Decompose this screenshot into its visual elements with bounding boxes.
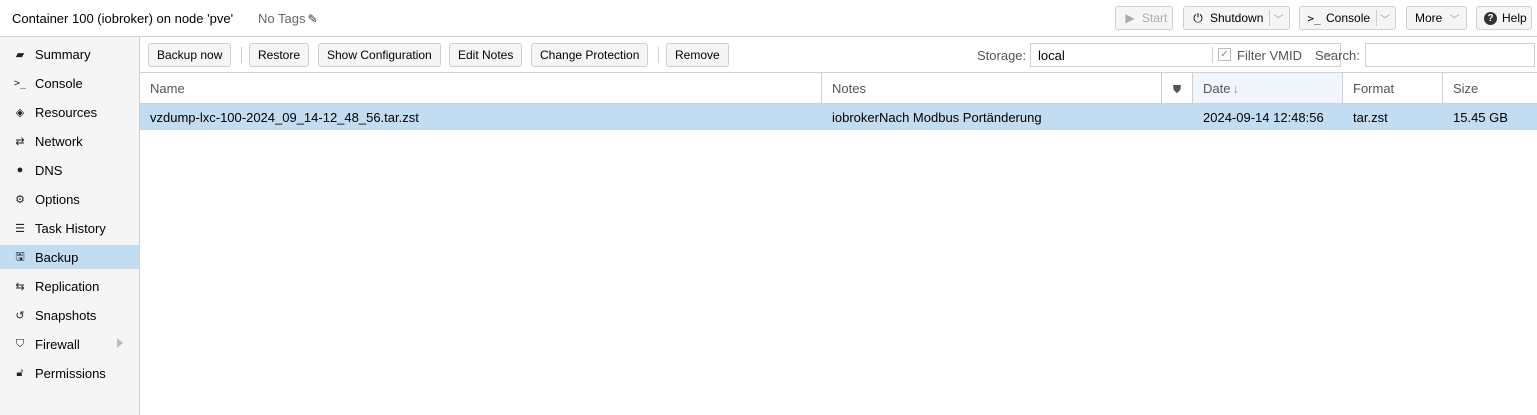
backup-grid: Name Notes ⛊ Date ↓ Format Size vzdump-lx…	[140, 73, 1537, 415]
column-notes-label: Notes	[832, 81, 866, 96]
toolbar-separator	[1212, 47, 1213, 63]
remove-button[interactable]: Remove	[666, 43, 729, 67]
tags-label: No Tags	[258, 11, 306, 26]
exchange-icon: ⇄	[15, 135, 25, 148]
play-icon: ▶	[1125, 11, 1135, 25]
shutdown-button[interactable]: ⏻ Shutdown ﹀	[1183, 6, 1290, 30]
sidebar-item-snapshots[interactable]: ↺ Snapshots	[0, 303, 139, 327]
pencil-icon[interactable]: ✎	[307, 12, 317, 26]
book-icon: ▰	[15, 48, 25, 61]
toolbar-separator	[658, 47, 659, 63]
shutdown-label: Shutdown	[1210, 11, 1264, 25]
table-row[interactable]: vzdump-lxc-100-2024_09_14-12_48_56.tar.z…	[140, 104, 1537, 130]
sidebar-item-permissions[interactable]: 🔓︎ Permissions	[0, 361, 139, 385]
terminal-icon: >_	[1307, 11, 1321, 25]
panel-title: Container 100 (iobroker) on node 'pve'	[12, 11, 234, 26]
cell-notes: iobrokerNach Modbus Portänderung	[832, 110, 1042, 125]
cell-name: vzdump-lxc-100-2024_09_14-12_48_56.tar.z…	[150, 110, 419, 125]
chevron-down-icon[interactable]: ﹀	[1270, 11, 1286, 26]
sidebar-item-label: Snapshots	[35, 307, 97, 323]
shield-icon: ⛉	[15, 337, 25, 350]
sidebar-item-network[interactable]: ⇄ Network	[0, 129, 139, 153]
sidebar-item-label: Summary	[35, 46, 91, 62]
storage-value: local	[1038, 48, 1065, 63]
column-header-date[interactable]: Date ↓	[1193, 73, 1343, 103]
help-label: Help	[1502, 11, 1527, 25]
sidebar-item-label: Replication	[35, 278, 100, 294]
column-name-label: Name	[150, 81, 185, 96]
column-header-format[interactable]: Format	[1343, 73, 1443, 103]
column-format-label: Format	[1353, 81, 1395, 96]
sidebar-item-replication[interactable]: ⇆ Replication	[0, 274, 139, 298]
backup-now-button[interactable]: Backup now	[148, 43, 232, 67]
edit-notes-button[interactable]: Edit Notes	[449, 43, 523, 67]
sidebar-item-label: Permissions	[35, 365, 106, 381]
start-button[interactable]: ▶ Start	[1115, 6, 1173, 30]
column-header-name[interactable]: Name	[140, 73, 822, 103]
backup-toolbar: Backup now Restore Show Configuration Ed…	[140, 37, 1537, 73]
cell-date: 2024-09-14 12:48:56	[1203, 110, 1324, 125]
question-circle-icon: ?	[1484, 11, 1497, 25]
column-header-protected[interactable]: ⛊	[1162, 73, 1193, 103]
unlock-icon: 🔓︎	[16, 366, 24, 379]
cube-icon: ◈	[15, 106, 25, 119]
change-protection-button[interactable]: Change Protection	[531, 43, 649, 67]
sidebar-item-console[interactable]: >_ Console	[0, 71, 139, 95]
cell-size: 15.45 GB	[1453, 110, 1508, 125]
sort-descending-icon: ↓	[1232, 81, 1239, 96]
globe-icon: ●	[16, 164, 24, 176]
panel-header: Container 100 (iobroker) on node 'pve' N…	[0, 0, 1537, 37]
expand-arrow-icon[interactable]	[117, 338, 123, 348]
column-size-label: Size	[1453, 81, 1479, 96]
tags-edit[interactable]: No Tags ✎	[258, 11, 318, 26]
sidebar-item-label: Options	[35, 191, 80, 207]
power-icon: ⏻	[1193, 10, 1203, 25]
sidebar-item-label: Console	[35, 75, 83, 91]
sidebar-item-firewall[interactable]: ⛉ Firewall	[0, 332, 139, 356]
column-date-label: Date	[1203, 81, 1231, 96]
filter-vmid-checkbox[interactable]: ✓	[1218, 48, 1231, 61]
history-icon: ↺	[15, 309, 25, 322]
console-label: Console	[1326, 11, 1371, 25]
help-button[interactable]: ? Help	[1476, 6, 1532, 30]
sidebar-nav: ▰ Summary >_ Console ◈ Resources ⇄ Network ●…	[0, 37, 140, 415]
filter-vmid-label: Filter VMID	[1237, 48, 1302, 63]
start-label: Start	[1142, 11, 1168, 25]
grid-header: Name Notes ⛊ Date ↓ Format Size	[140, 73, 1537, 104]
chevron-down-icon: ﹀	[1449, 14, 1460, 26]
show-configuration-button[interactable]: Show Configuration	[318, 43, 441, 67]
sidebar-item-resources[interactable]: ◈ Resources	[0, 100, 139, 124]
sidebar-item-label: Resources	[35, 104, 98, 120]
gear-icon: ⚙	[15, 193, 25, 206]
sidebar-item-dns[interactable]: ● DNS	[0, 158, 139, 182]
cell-format: tar.zst	[1353, 110, 1388, 125]
chevron-down-icon[interactable]: ﹀	[1377, 11, 1393, 26]
more-label: More	[1415, 11, 1443, 25]
column-header-notes[interactable]: Notes	[822, 73, 1162, 103]
restore-button[interactable]: Restore	[249, 43, 310, 67]
sidebar-item-backup[interactable]: 🖫 Backup	[0, 245, 139, 269]
terminal-icon: >_	[13, 77, 27, 89]
floppy-icon: 🖫	[15, 250, 25, 263]
retweet-icon: ⇆	[15, 280, 25, 293]
search-input[interactable]	[1365, 43, 1535, 67]
storage-label: Storage:	[977, 48, 1027, 63]
sidebar-item-label: Backup	[35, 249, 79, 265]
sidebar-item-task-history[interactable]: ☰ Task History	[0, 216, 139, 240]
shield-icon: ⛊	[1172, 84, 1182, 96]
sidebar-item-label: Task History	[35, 220, 106, 236]
search-label: Search:	[1315, 48, 1360, 63]
sidebar-item-options[interactable]: ⚙ Options	[0, 187, 139, 211]
sidebar-item-label: Network	[35, 133, 83, 149]
sidebar-item-label: DNS	[35, 162, 63, 178]
more-button[interactable]: More ﹀	[1406, 6, 1467, 30]
sidebar-item-label: Firewall	[35, 336, 80, 352]
sidebar-item-summary[interactable]: ▰ Summary	[0, 42, 139, 66]
console-button[interactable]: >_ Console ﹀	[1299, 6, 1396, 30]
toolbar-separator	[241, 47, 242, 63]
list-icon: ☰	[15, 222, 25, 235]
column-header-size[interactable]: Size	[1443, 73, 1537, 103]
